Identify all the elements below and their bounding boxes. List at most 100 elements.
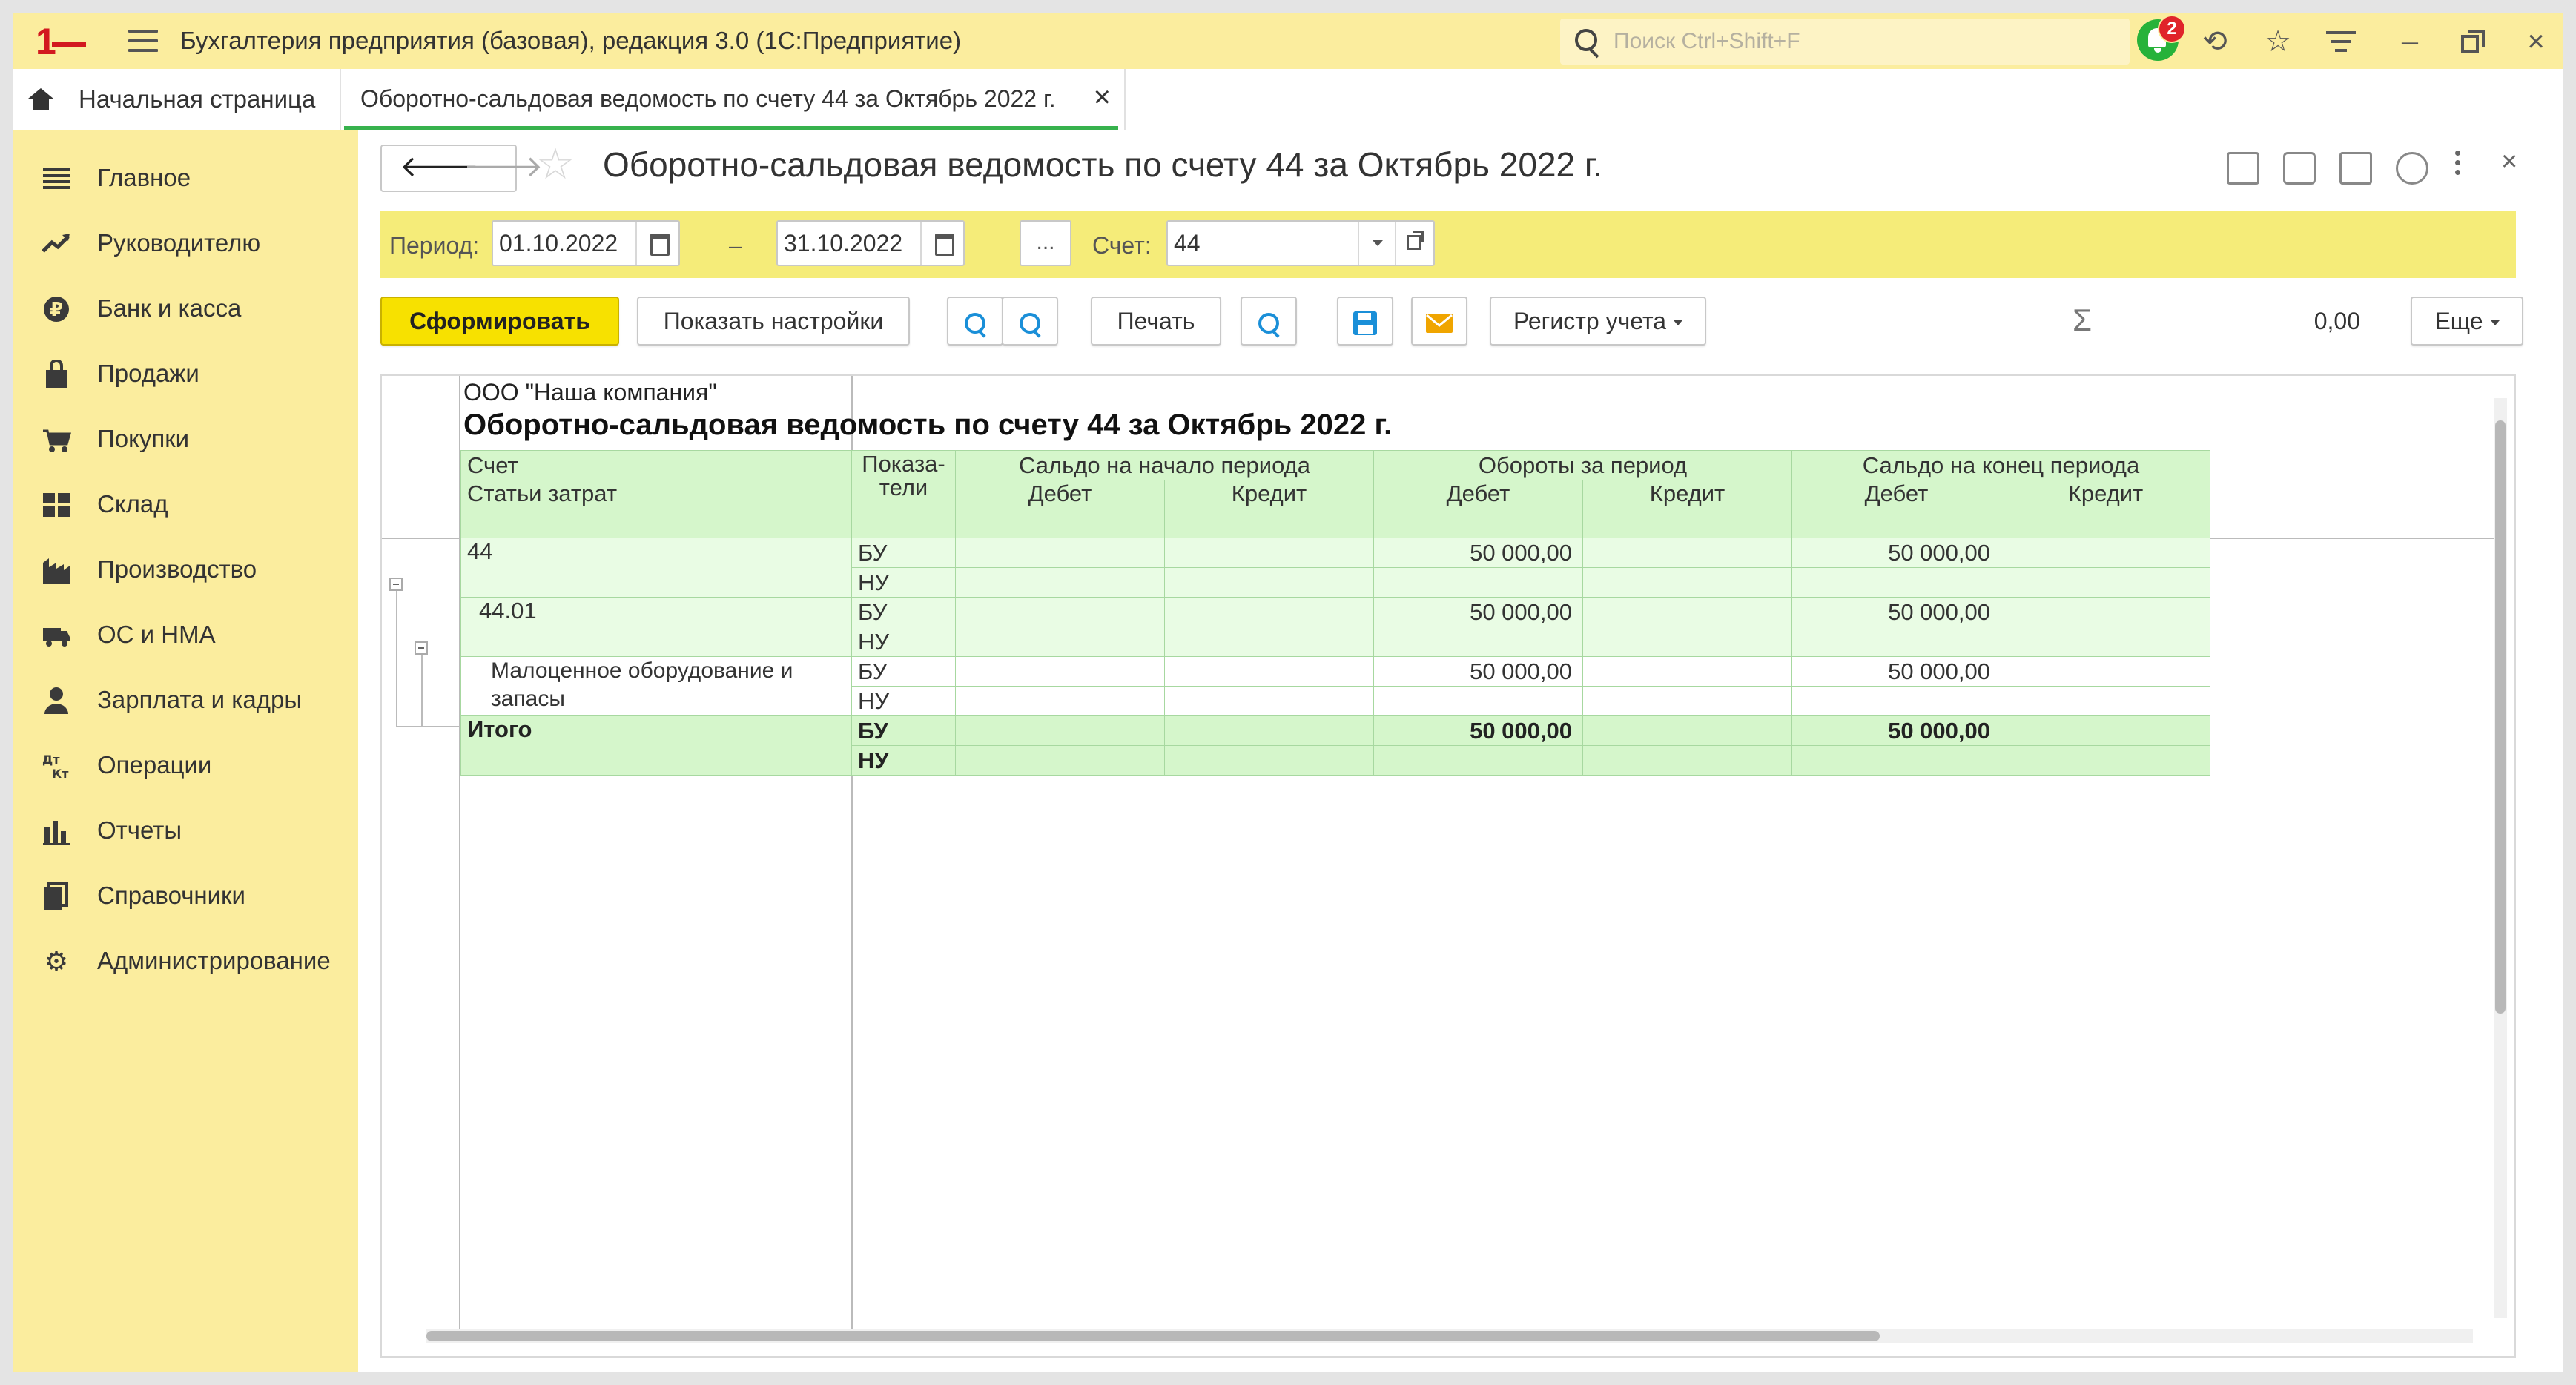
menu-icon-glyph bbox=[43, 168, 70, 189]
more-button[interactable]: Еще bbox=[2411, 297, 2523, 346]
row-indicator: НУ bbox=[851, 627, 956, 657]
history-icon[interactable]: ⟲ bbox=[2197, 24, 2233, 59]
horizontal-scrollbar[interactable] bbox=[426, 1329, 2473, 1343]
cell bbox=[1791, 627, 2001, 657]
sidebar-item-payroll[interactable]: Зарплата и кадры bbox=[13, 671, 358, 730]
sidebar-item-admin[interactable]: ⚙ Администрирование bbox=[13, 932, 358, 991]
floppy-icon bbox=[1353, 311, 1377, 335]
restore-icon[interactable] bbox=[2455, 28, 2491, 64]
cell-closing-debit: 50 000,00 bbox=[1791, 597, 2001, 627]
find-next-button[interactable] bbox=[1002, 297, 1058, 346]
preview-button[interactable] bbox=[1241, 297, 1297, 346]
send-email-button[interactable] bbox=[1411, 297, 1467, 346]
favorite-star-icon[interactable]: ☆ bbox=[536, 142, 575, 188]
row-indicator: БУ bbox=[851, 597, 956, 627]
cell bbox=[1582, 567, 1792, 598]
find-button[interactable] bbox=[947, 297, 1003, 346]
main-menu-icon[interactable] bbox=[128, 30, 158, 53]
header-turnover-debit: Дебет bbox=[1373, 480, 1583, 538]
table-row[interactable]: 44.01 БУ 50 000,00 50 000,00 bbox=[460, 597, 2210, 657]
favorites-star-icon[interactable]: ☆ bbox=[2260, 24, 2296, 59]
sidebar-item-sales[interactable]: Продажи bbox=[13, 345, 358, 404]
chevron-down-icon[interactable] bbox=[1358, 222, 1396, 265]
period-label: Период: bbox=[389, 232, 480, 259]
preview-icon[interactable] bbox=[2339, 152, 2372, 185]
sidebar-item-manager[interactable]: Руководителю bbox=[13, 214, 358, 274]
sidebar-item-production[interactable]: Производство bbox=[13, 541, 358, 600]
collapse-group-icon[interactable] bbox=[415, 641, 428, 655]
cell bbox=[1582, 715, 1792, 746]
link-icon[interactable] bbox=[2396, 152, 2428, 185]
account-field[interactable]: 44 bbox=[1166, 220, 1435, 266]
header-opening-credit: Кредит bbox=[1164, 480, 1374, 538]
row-indicator: НУ bbox=[851, 745, 956, 776]
cart-icon-glyph bbox=[43, 429, 71, 452]
sidebar-item-purchases[interactable]: Покупки bbox=[13, 410, 358, 469]
save-icon[interactable] bbox=[2227, 152, 2259, 185]
table-row[interactable]: 44 БУ 50 000,00 50 000,00 bbox=[460, 538, 2210, 598]
period-select-button[interactable]: ... bbox=[1020, 220, 1071, 266]
period-to-field[interactable]: 31.10.2022 bbox=[776, 220, 965, 266]
search-next-icon bbox=[1020, 312, 1040, 334]
home-icon bbox=[28, 88, 53, 110]
functions-menu-icon[interactable] bbox=[2323, 27, 2359, 62]
svg-text:Кт: Кт bbox=[52, 767, 69, 781]
sidebar-item-bank[interactable]: ₽ Банк и касса bbox=[13, 280, 358, 339]
report-sheet[interactable]: ООО "Наша компания" Оборотно-сальдовая в… bbox=[380, 374, 2516, 1358]
close-window-icon[interactable]: × bbox=[2518, 24, 2554, 59]
row-indicator: БУ bbox=[851, 656, 956, 687]
period-bar: Период: 01.10.2022 – 31.10.2022 ... Счет… bbox=[380, 211, 2516, 278]
title-bar: 1 Бухгалтерия предприятия (базовая), ред… bbox=[13, 13, 2563, 69]
bag-icon-glyph bbox=[46, 359, 67, 388]
sidebar-item-reports[interactable]: Отчеты bbox=[13, 801, 358, 861]
envelope-icon bbox=[1426, 313, 1453, 333]
minimize-icon[interactable]: – bbox=[2392, 24, 2428, 59]
header-opening-debit: Дебет bbox=[955, 480, 1165, 538]
forward-arrow-icon[interactable]: 🡒 bbox=[463, 151, 543, 183]
tree-line bbox=[421, 655, 423, 726]
tab-home[interactable]: Начальная страница bbox=[13, 69, 341, 130]
cell bbox=[2001, 627, 2210, 657]
period-from-field[interactable]: 01.10.2022 bbox=[492, 220, 680, 266]
sidebar-item-warehouse[interactable]: Склад bbox=[13, 475, 358, 535]
sidebar-item-main[interactable]: Главное bbox=[13, 149, 358, 208]
open-icon[interactable] bbox=[1395, 222, 1433, 265]
search-input[interactable] bbox=[1612, 24, 2119, 59]
register-dropdown[interactable]: Регистр учета bbox=[1490, 297, 1706, 346]
account-label: Счет: bbox=[1092, 232, 1152, 259]
header-indicators: Показа- тели bbox=[851, 450, 956, 538]
tab-bar: Начальная страница Оборотно-сальдовая ве… bbox=[13, 69, 2563, 131]
sidebar-item-operations[interactable]: Дт Кт Операции bbox=[13, 736, 358, 796]
save-report-button[interactable] bbox=[1337, 297, 1393, 346]
sidebar-item-fixed-assets[interactable]: ОС и НМА bbox=[13, 606, 358, 665]
ruble-icon: ₽ bbox=[42, 294, 71, 324]
table-row[interactable]: Малоценное оборудование и запасы БУ 50 0… bbox=[460, 656, 2210, 716]
collapse-group-icon[interactable] bbox=[389, 578, 403, 591]
calendar-icon[interactable] bbox=[920, 222, 963, 265]
print-button[interactable]: Печать bbox=[1091, 297, 1221, 346]
total-row[interactable]: Итого БУ 50 000,00 50 000,00 bbox=[460, 715, 2210, 776]
search-icon bbox=[965, 312, 985, 334]
generate-button[interactable]: Сформировать bbox=[380, 297, 619, 346]
print-icon[interactable] bbox=[2283, 152, 2316, 185]
header-turnover-credit: Кредит bbox=[1582, 480, 1792, 538]
row-cost-item: Малоценное оборудование и запасы bbox=[460, 656, 852, 716]
tab-report[interactable]: Оборотно-сальдовая ведомость по счету 44… bbox=[341, 69, 1126, 130]
sidebar-item-catalogs[interactable]: Справочники bbox=[13, 867, 358, 926]
report-form: 🡐 🡒 ☆ Оборотно-сальдовая ведомость по сч… bbox=[358, 130, 2563, 1372]
search-box[interactable] bbox=[1560, 19, 2130, 65]
cell bbox=[1582, 538, 1792, 568]
vertical-scrollbar[interactable] bbox=[2494, 398, 2507, 1318]
scrollbar-thumb[interactable] bbox=[426, 1331, 1880, 1341]
show-settings-button[interactable]: Показать настройки bbox=[637, 297, 910, 346]
cell-turnover-debit: 50 000,00 bbox=[1373, 656, 1583, 687]
close-form-icon[interactable]: × bbox=[2501, 146, 2517, 178]
scrollbar-thumb[interactable] bbox=[2495, 420, 2506, 1014]
tab-close-icon[interactable]: × bbox=[1094, 81, 1111, 114]
cell bbox=[1373, 686, 1583, 716]
more-actions-icon[interactable] bbox=[2455, 151, 2461, 179]
cell bbox=[1164, 567, 1374, 598]
bag-icon bbox=[42, 359, 71, 389]
grid-icon-glyph bbox=[43, 493, 70, 517]
calendar-icon[interactable] bbox=[635, 222, 678, 265]
